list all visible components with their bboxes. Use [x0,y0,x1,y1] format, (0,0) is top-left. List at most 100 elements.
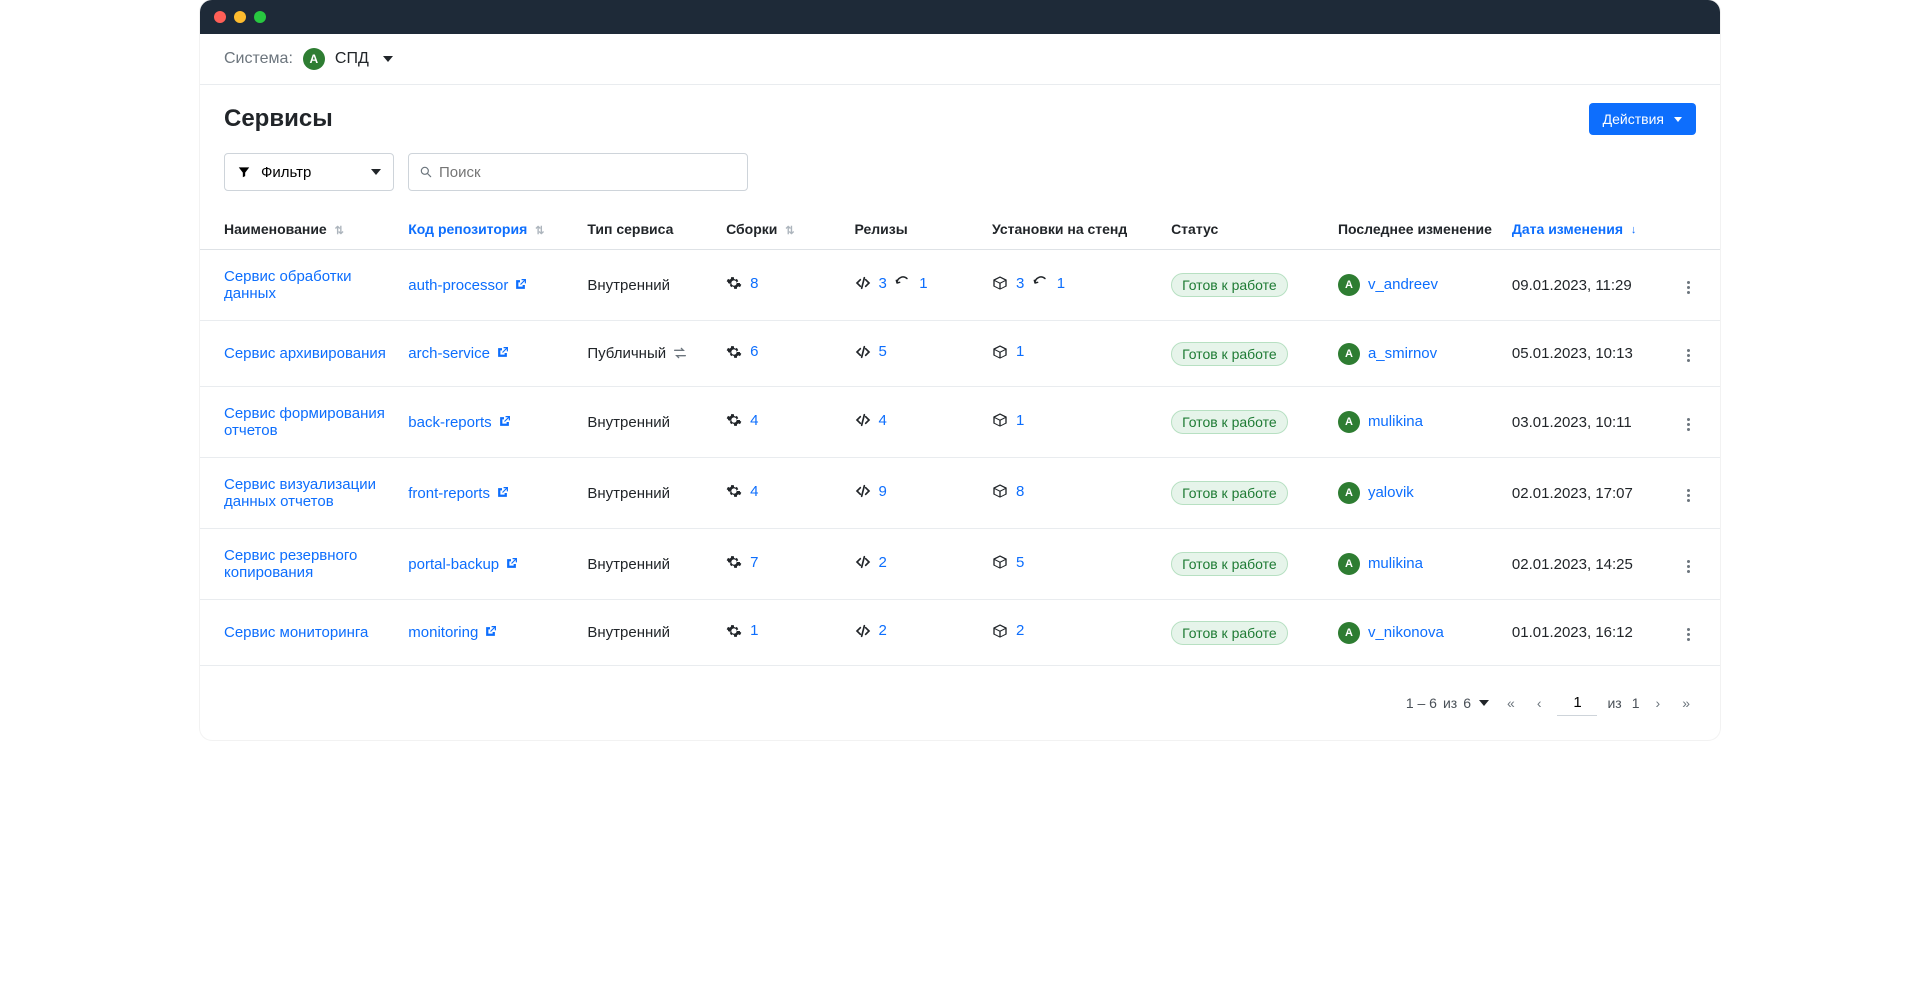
editor-link[interactable]: mulikina [1368,555,1423,572]
releases-pending[interactable]: 1 [895,275,927,292]
code-icon [855,483,871,499]
external-link-icon [514,278,527,291]
sort-icon: ⇅ [335,224,344,237]
box-icon [992,483,1008,499]
releases-count[interactable]: 4 [855,412,887,429]
stands-count[interactable]: 1 [992,412,1024,429]
service-name-link[interactable]: Сервис визуализации данных отчетов [224,476,376,510]
system-label: Система: [224,50,293,68]
editor-link[interactable]: mulikina [1368,413,1423,430]
repo-link[interactable]: auth-processor [408,277,527,294]
page-last[interactable]: » [1676,691,1696,715]
stands-count[interactable]: 2 [992,622,1024,639]
sort-icon: ⇅ [535,224,544,237]
editor-link[interactable]: v_nikonova [1368,623,1444,640]
window-max-dot[interactable] [254,11,266,23]
editor-link[interactable]: yalovik [1368,484,1414,501]
page-input[interactable] [1557,690,1597,716]
changed-date: 01.01.2023, 16:12 [1512,624,1633,641]
th-builds[interactable]: Сборки ⇅ [716,209,844,250]
gear-icon [726,554,742,570]
page-first[interactable]: « [1501,691,1521,715]
system-selector[interactable]: Система: A СПД [200,34,1720,85]
row-actions-menu[interactable] [1681,554,1696,579]
rows-summary[interactable]: 1 – 6 из 6 [1406,695,1489,711]
sort-icon: ⇅ [785,224,794,237]
stands-count[interactable]: 3 [992,275,1024,292]
avatar: A [1338,274,1360,296]
filter-label: Фильтр [261,164,311,181]
row-actions-menu[interactable] [1681,412,1696,437]
releases-count[interactable]: 2 [855,622,887,639]
service-type: Внутренний [587,277,670,294]
builds-count[interactable]: 8 [726,275,758,292]
th-name[interactable]: Наименование ⇅ [200,209,398,250]
service-name-link[interactable]: Сервис резервного копирования [224,547,357,581]
repo-link[interactable]: arch-service [408,345,509,362]
avatar: A [1338,553,1360,575]
changed-date: 02.01.2023, 17:07 [1512,485,1633,502]
stands-pending[interactable]: 1 [1033,275,1065,292]
th-repo[interactable]: Код репозитория ⇅ [398,209,577,250]
window-close-dot[interactable] [214,11,226,23]
status-badge: Готов к работе [1171,481,1288,505]
filter-button[interactable]: Фильтр [224,153,394,191]
releases-count[interactable]: 5 [855,343,887,360]
window-min-dot[interactable] [234,11,246,23]
box-icon [992,344,1008,360]
gear-icon [726,483,742,499]
service-type: Внутренний [587,624,670,641]
releases-count[interactable]: 3 [855,275,887,292]
builds-count[interactable]: 4 [726,412,758,429]
avatar: A [1338,622,1360,644]
actions-button[interactable]: Действия [1589,103,1696,135]
repo-link[interactable]: front-reports [408,485,509,502]
releases-count[interactable]: 2 [855,554,887,571]
builds-count[interactable]: 1 [726,622,758,639]
chevron-down-icon [1479,700,1489,706]
th-stands: Установки на стенд [982,209,1161,250]
external-link-icon [505,557,518,570]
builds-count[interactable]: 7 [726,554,758,571]
code-icon [855,412,871,428]
stands-count[interactable]: 1 [992,343,1024,360]
row-actions-menu[interactable] [1681,483,1696,508]
editor-link[interactable]: a_smirnov [1368,344,1437,361]
status-badge: Готов к работе [1171,273,1288,297]
page-next[interactable]: › [1650,691,1667,715]
status-badge: Готов к работе [1171,552,1288,576]
row-actions-menu[interactable] [1681,275,1696,300]
changed-date: 02.01.2023, 14:25 [1512,556,1633,573]
service-name-link[interactable]: Сервис обработки данных [224,268,352,302]
changed-date: 03.01.2023, 10:11 [1512,414,1632,431]
builds-count[interactable]: 6 [726,343,758,360]
service-name-link[interactable]: Сервис формирования отчетов [224,405,385,439]
external-link-icon [498,415,511,428]
code-icon [855,344,871,360]
repo-link[interactable]: portal-backup [408,556,518,573]
page-prev[interactable]: ‹ [1531,691,1548,715]
th-changed[interactable]: Дата изменения ↓ [1502,209,1671,250]
stands-count[interactable]: 5 [992,554,1024,571]
th-status: Статус [1161,209,1328,250]
th-type: Тип сервиса [577,209,716,250]
box-icon [992,412,1008,428]
total-pages: 1 [1632,695,1640,711]
avatar: A [1338,482,1360,504]
funnel-icon [237,165,251,179]
stands-count[interactable]: 8 [992,483,1024,500]
editor-link[interactable]: v_andreev [1368,276,1438,293]
table-row: Сервис формирования отчетовback-reportsВ… [200,387,1720,458]
changed-date: 09.01.2023, 11:29 [1512,277,1632,294]
releases-count[interactable]: 9 [855,483,887,500]
code-icon [855,554,871,570]
repo-link[interactable]: back-reports [408,414,510,431]
service-name-link[interactable]: Сервис мониторинга [224,624,368,641]
search-input[interactable] [433,158,737,187]
row-actions-menu[interactable] [1681,622,1696,647]
row-actions-menu[interactable] [1681,343,1696,368]
builds-count[interactable]: 4 [726,483,758,500]
service-name-link[interactable]: Сервис архивирования [224,345,386,362]
repo-link[interactable]: monitoring [408,624,497,641]
of-label: из [1607,695,1621,711]
